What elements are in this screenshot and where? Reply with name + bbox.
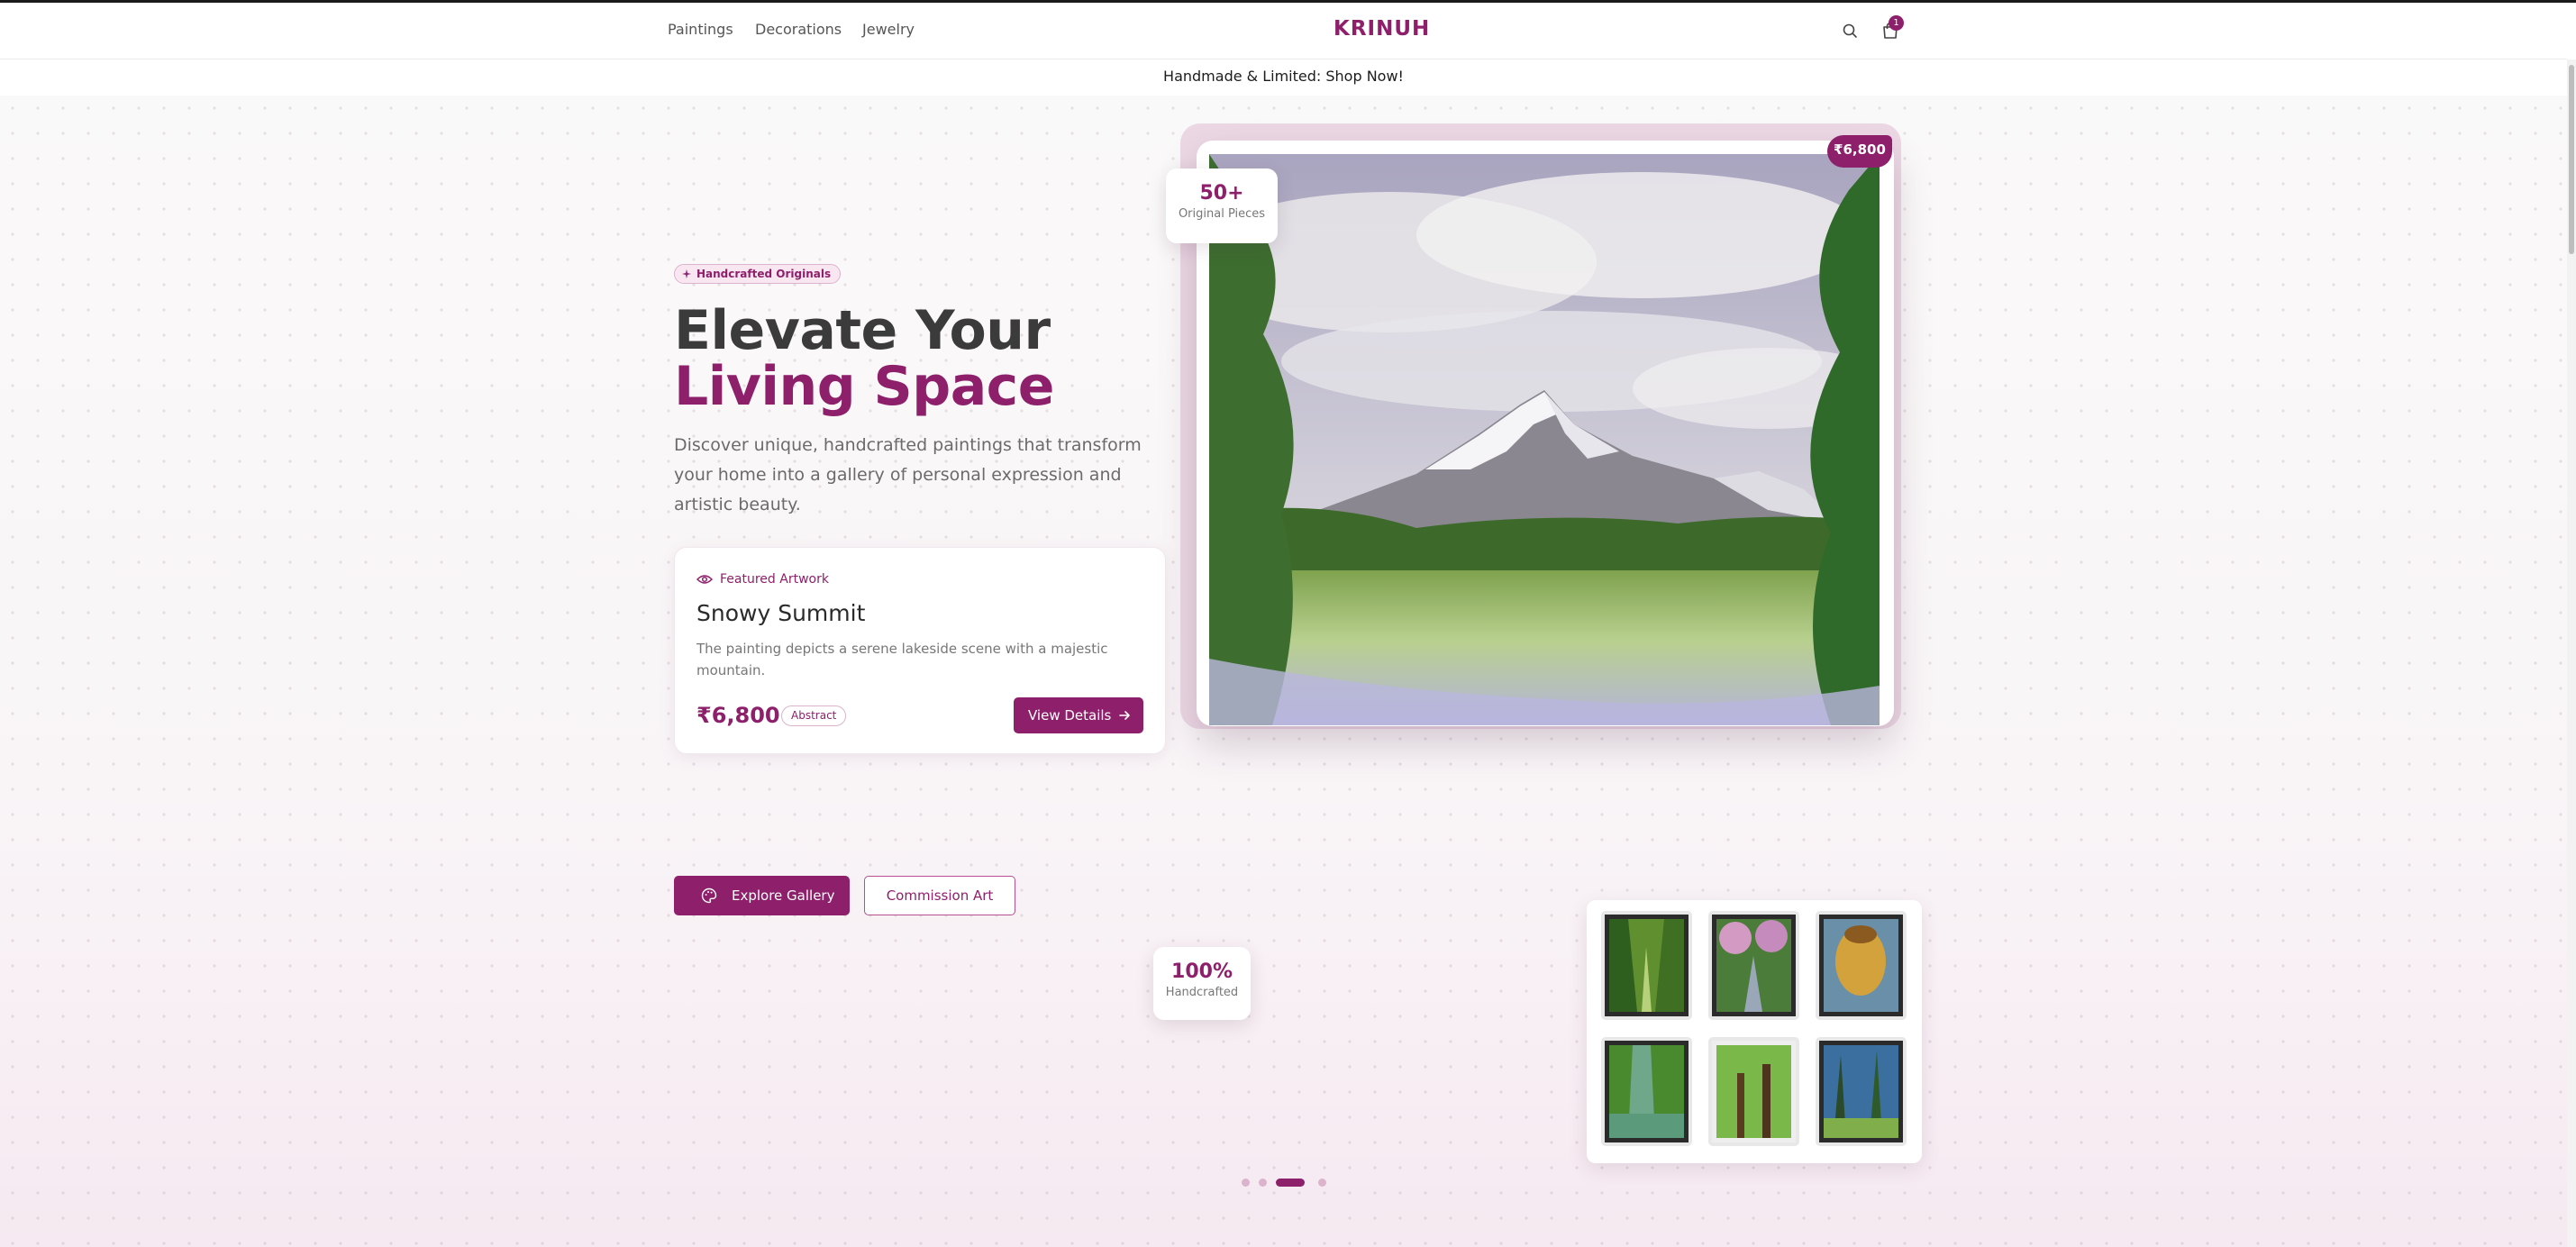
brand-logo[interactable]: KRINUH	[1334, 17, 1430, 41]
badge-label: Handcrafted Originals	[696, 268, 832, 280]
stat-handcrafted: 100% Handcrafted	[1153, 947, 1251, 1020]
artwork-price: ₹6,800	[696, 703, 780, 728]
search-icon[interactable]	[1838, 19, 1861, 42]
carousel-dot-2[interactable]	[1259, 1179, 1267, 1187]
stat-value: 100%	[1171, 960, 1233, 983]
handcrafted-badge: Handcrafted Originals	[674, 264, 842, 284]
view-details-button[interactable]: View Details	[1014, 697, 1143, 733]
painting-price-tag: ₹6,800	[1827, 135, 1892, 168]
featured-artwork-card: Featured Artwork Snowy Summit The painti…	[674, 547, 1166, 754]
arrow-right-icon	[1119, 711, 1130, 720]
nav-decorations[interactable]: Decorations	[755, 21, 842, 38]
eye-icon	[696, 575, 713, 584]
carousel-dot-3[interactable]	[1276, 1179, 1305, 1187]
headline-line-2: Living Space	[674, 355, 1054, 418]
view-details-label: View Details	[1028, 707, 1112, 724]
featured-label: Featured Artwork	[720, 572, 829, 587]
thumbnail-buddha-portrait[interactable]	[1816, 911, 1907, 1020]
featured-painting-image[interactable]	[1209, 154, 1880, 725]
nav-paintings[interactable]: Paintings	[668, 21, 733, 38]
scrollbar-thumb[interactable]	[2569, 65, 2574, 254]
artwork-description: The painting depicts a serene lakeside s…	[696, 641, 1108, 678]
nav-jewelry[interactable]: Jewelry	[862, 21, 915, 38]
sparkle-icon	[682, 269, 691, 278]
thumbnail-waterfall[interactable]	[1601, 1037, 1692, 1146]
carousel-dot-1[interactable]	[1242, 1179, 1250, 1187]
carousel-dot-4[interactable]	[1318, 1179, 1326, 1187]
explore-gallery-button[interactable]: Explore Gallery	[674, 876, 850, 915]
stat-value: 50+	[1199, 182, 1244, 205]
palette-icon	[701, 887, 717, 904]
thumbnail-green-trees[interactable]	[1708, 1037, 1799, 1146]
stat-original-pieces: 50+ Original Pieces	[1166, 168, 1278, 243]
category-tag: Abstract	[781, 705, 847, 726]
cart-count-badge: 1	[1889, 15, 1904, 31]
artwork-thumbnail-grid	[1587, 900, 1922, 1163]
site-header: Paintings Decorations Jewelry KRINUH 1	[0, 3, 2567, 59]
headline-line-1: Elevate Your	[674, 299, 1051, 362]
thumbnail-blue-forest[interactable]	[1816, 1037, 1907, 1146]
announcement-bar[interactable]: Handmade & Limited: Shop Now!	[0, 59, 2567, 96]
artwork-title: Snowy Summit	[696, 600, 866, 626]
thumbnail-blossom-path[interactable]	[1708, 911, 1799, 1020]
thumbnail-forest-path[interactable]	[1601, 911, 1692, 1020]
hero-description: Discover unique, handcrafted paintings t…	[674, 435, 1142, 514]
stat-label: Handcrafted	[1165, 986, 1239, 999]
stat-label: Original Pieces	[1178, 207, 1266, 221]
explore-gallery-label: Explore Gallery	[732, 887, 835, 904]
commission-art-button[interactable]: Commission Art	[864, 876, 1015, 915]
